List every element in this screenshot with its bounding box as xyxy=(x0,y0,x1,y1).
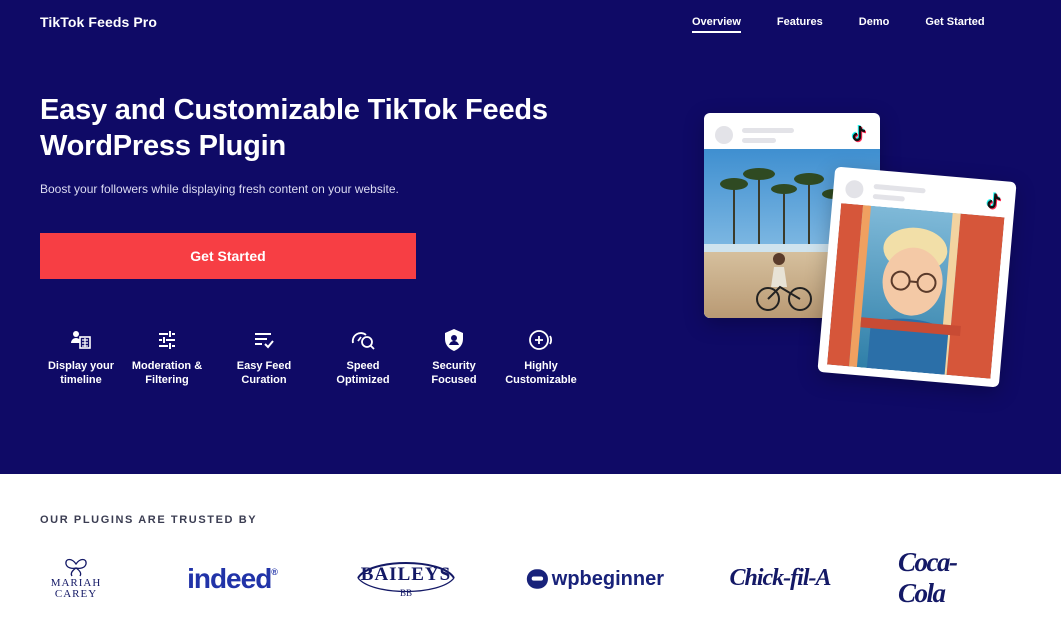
sliders-icon xyxy=(122,328,212,352)
mariah-carey-logo: MARIAH CAREY xyxy=(40,556,112,602)
svg-text:BB: BB xyxy=(400,588,412,598)
coca-cola-logo: Coca-Cola xyxy=(898,547,1002,608)
feature-label: Filtering xyxy=(145,374,189,386)
wpbeginner-mascot-icon xyxy=(526,569,548,589)
text-placeholder xyxy=(872,193,905,202)
text-placeholder xyxy=(742,128,794,133)
nav-features[interactable]: Features xyxy=(777,16,823,33)
nav-get-started[interactable]: Get Started xyxy=(925,16,984,33)
logo-text: indeed xyxy=(187,563,272,594)
speed-search-icon xyxy=(318,328,408,352)
feature-label: Display your xyxy=(47,360,115,372)
display-timeline-icon xyxy=(36,328,126,352)
feature-display-timeline: Display your timeline xyxy=(36,328,126,387)
indeed-logo: indeed ® xyxy=(178,560,286,598)
feature-label: Easy Feed xyxy=(236,360,292,372)
top-nav: Overview Features Demo Get Started xyxy=(692,16,985,33)
feature-customizable: Highly Customizable xyxy=(496,328,586,387)
tiktok-icon xyxy=(986,192,1002,210)
feature-security: Security Focused xyxy=(409,328,499,387)
text-placeholder xyxy=(873,183,926,194)
feature-speed: Speed Optimized xyxy=(318,328,408,387)
hero-subtitle: Boost your followers while displaying fr… xyxy=(40,182,399,196)
logo-text: CAREY xyxy=(54,588,98,600)
get-started-button[interactable]: Get Started xyxy=(40,233,416,279)
feature-label: Curation xyxy=(241,374,287,386)
feature-label: Speed xyxy=(346,360,380,372)
trusted-heading: OUR PLUGINS ARE TRUSTED BY xyxy=(40,514,258,526)
feature-label: Security xyxy=(432,360,476,372)
logo-text: Coca-Cola xyxy=(898,547,958,608)
nav-overview[interactable]: Overview xyxy=(692,16,741,33)
feature-label: Highly xyxy=(524,360,558,372)
feature-label: Optimized xyxy=(336,374,390,386)
page-title: Easy and Customizable TikTok Feeds WordP… xyxy=(40,94,548,162)
child-photo xyxy=(827,203,1005,379)
tiktok-icon xyxy=(851,124,867,143)
nav-demo[interactable]: Demo xyxy=(859,16,890,33)
logo-text: wpbeginner xyxy=(551,567,664,590)
logo-text: Chick-fil-A xyxy=(729,564,832,591)
shield-user-icon xyxy=(409,328,499,352)
tiktok-post-card xyxy=(817,166,1017,388)
feature-label: timeline xyxy=(60,374,102,386)
butterfly-icon xyxy=(65,558,87,577)
feature-curation: Easy Feed Curation xyxy=(219,328,309,387)
chick-fil-a-logo: Chick-fil-A xyxy=(728,554,832,602)
logo-text: BAILEYS xyxy=(360,564,452,585)
registered-mark: ® xyxy=(271,567,278,577)
hero-section: TikTok Feeds Pro Overview Features Demo … xyxy=(0,0,1061,474)
feature-label: Customizable xyxy=(505,374,577,386)
text-placeholder xyxy=(742,138,776,143)
feature-label: Focused xyxy=(431,374,477,386)
avatar-placeholder xyxy=(715,126,733,144)
wpbeginner-logo: wpbeginner xyxy=(526,562,664,596)
feature-label: Moderation & xyxy=(131,360,203,372)
baileys-logo: BB BAILEYS xyxy=(354,556,458,602)
feature-moderation: Moderation & Filtering xyxy=(122,328,212,387)
list-check-icon xyxy=(219,328,309,352)
avatar-placeholder xyxy=(844,179,865,199)
brand-logo[interactable]: TikTok Feeds Pro xyxy=(40,14,157,30)
plus-sound-icon xyxy=(496,328,586,352)
